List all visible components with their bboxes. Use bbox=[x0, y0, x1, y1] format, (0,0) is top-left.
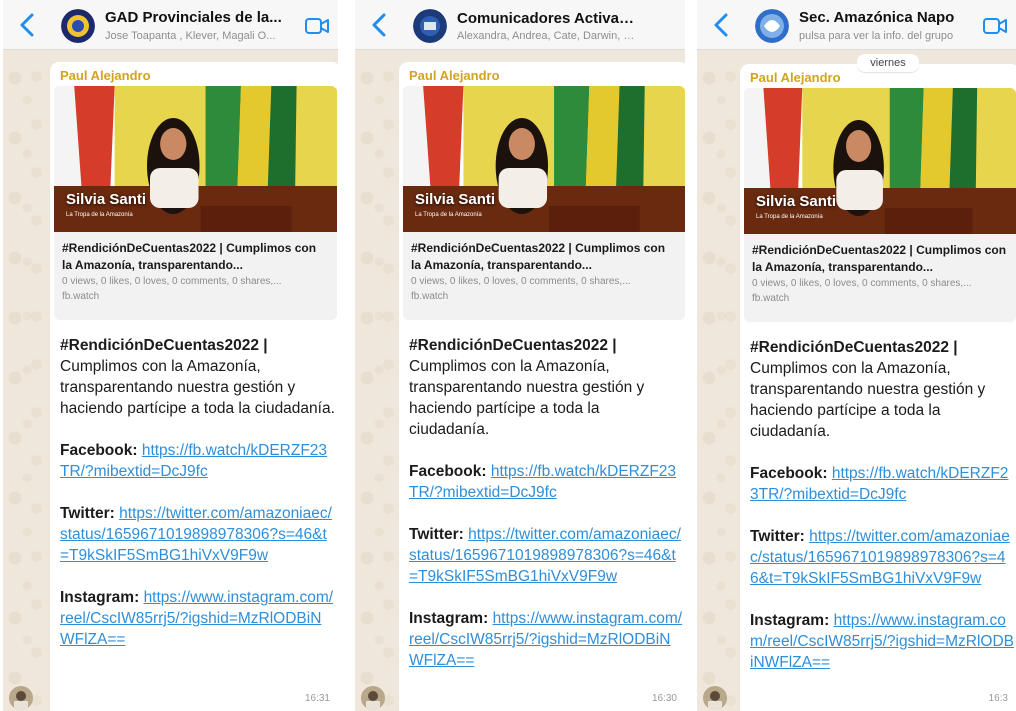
group-avatar[interactable] bbox=[413, 9, 447, 43]
link-preview-thumbnail[interactable]: Silvia Santi La Tropa de la Amazonía bbox=[54, 86, 337, 232]
link-preview-thumbnail[interactable]: Silvia Santi La Tropa de la Amazonía bbox=[403, 86, 685, 232]
thumbnail-caption: Silvia Santi bbox=[415, 191, 496, 208]
chat-title[interactable]: GAD Provinciales de la... bbox=[105, 9, 294, 26]
back-chevron-icon[interactable] bbox=[369, 12, 391, 38]
chat-panel-sec-amazonica: Sec. Amazónica Napo pulsa para ver la in… bbox=[697, 0, 1016, 711]
instagram-line: Instagram: https://www.instagram.com/ree… bbox=[750, 610, 1014, 673]
sender-avatar[interactable] bbox=[703, 686, 727, 710]
twitter-label: Twitter: bbox=[60, 505, 115, 522]
chat-panel-comunicadores: Comunicadores Activados 👍... Alexandra, … bbox=[355, 0, 685, 711]
link-preview-title: #RendiciónDeCuentas2022 | Cumplimos con … bbox=[752, 243, 1007, 274]
twitter-label: Twitter: bbox=[409, 526, 464, 543]
facebook-label: Facebook: bbox=[60, 442, 138, 459]
twitter-line: Twitter: https://twitter.com/amazoniaec/… bbox=[750, 526, 1014, 589]
twitter-line: Twitter: https://twitter.com/amazoniaec/… bbox=[409, 524, 683, 587]
message-body: Cumplimos con la Amazonía, transparentan… bbox=[750, 360, 986, 440]
link-preview[interactable]: #RendiciónDeCuentas2022 | Cumplimos con … bbox=[54, 232, 337, 320]
message-body: Cumplimos con la Amazonía, transparentan… bbox=[60, 358, 335, 417]
facebook-line: Facebook: https://fb.watch/kDERZF23TR/?m… bbox=[60, 440, 335, 482]
sender-name: Paul Alejandro bbox=[750, 70, 841, 85]
message-heading: #RendiciónDeCuentas2022 | bbox=[60, 337, 268, 354]
group-avatar[interactable] bbox=[61, 9, 95, 43]
instagram-label: Instagram: bbox=[60, 589, 140, 606]
group-avatar[interactable] bbox=[755, 9, 789, 43]
instagram-label: Instagram: bbox=[409, 610, 489, 627]
sender-name: Paul Alejandro bbox=[409, 68, 500, 83]
message-time: 16:3 bbox=[988, 693, 1008, 704]
sender-avatar[interactable] bbox=[361, 686, 385, 710]
message-heading: #RendiciónDeCuentas2022 | bbox=[409, 337, 617, 354]
message-text: #RendiciónDeCuentas2022 | Cumplimos con … bbox=[60, 335, 335, 650]
message-time: 16:31 bbox=[304, 693, 330, 704]
twitter-line: Twitter: https://twitter.com/amazoniaec/… bbox=[60, 503, 335, 566]
video-call-icon[interactable] bbox=[982, 16, 1008, 36]
instagram-line: Instagram: https://www.instagram.com/ree… bbox=[60, 587, 335, 650]
chat-header: GAD Provinciales de la... Jose Toapanta … bbox=[3, 0, 338, 50]
link-preview[interactable]: #RendiciónDeCuentas2022 | Cumplimos con … bbox=[744, 234, 1016, 322]
back-chevron-icon[interactable] bbox=[711, 12, 733, 38]
message-bubble[interactable]: Paul Alejandro Silvia Santi La Tropa de … bbox=[50, 62, 338, 711]
link-preview-description: 0 views, 0 likes, 0 loves, 0 comments, 0… bbox=[752, 278, 972, 289]
back-chevron-icon[interactable] bbox=[17, 12, 39, 38]
thumbnail-subcaption: La Tropa de la Amazonía bbox=[756, 214, 823, 220]
chat-subtitle[interactable]: pulsa para ver la info. del grupo bbox=[799, 30, 972, 42]
date-chip: viernes bbox=[857, 54, 919, 72]
message-bubble[interactable]: Paul Alejandro Silvia Santi La Tropa de … bbox=[740, 64, 1016, 711]
thumbnail-caption: Silvia Santi bbox=[66, 191, 147, 208]
link-preview[interactable]: #RendiciónDeCuentas2022 | Cumplimos con … bbox=[403, 232, 685, 320]
message-bubble[interactable]: Paul Alejandro Silvia Santi La Tropa de … bbox=[399, 62, 685, 711]
thumbnail-subcaption: La Tropa de la Amazonía bbox=[66, 212, 133, 218]
message-body: Cumplimos con la Amazonía, transparentan… bbox=[409, 358, 645, 438]
chat-subtitle[interactable]: Alexandra, Andrea, Cate, Darwin, David,.… bbox=[457, 30, 641, 42]
link-preview-thumbnail[interactable]: Silvia Santi La Tropa de la Amazonía bbox=[744, 88, 1016, 234]
link-preview-description: 0 views, 0 likes, 0 loves, 0 comments, 0… bbox=[411, 276, 631, 287]
facebook-line: Facebook: https://fb.watch/kDERZF23TR/?m… bbox=[409, 461, 683, 503]
link-preview-domain: fb.watch bbox=[62, 291, 100, 302]
message-text: #RendiciónDeCuentas2022 | Cumplimos con … bbox=[409, 335, 683, 671]
instagram-line: Instagram: https://www.instagram.com/ree… bbox=[409, 608, 683, 671]
chat-header: Comunicadores Activados 👍... Alexandra, … bbox=[355, 0, 685, 50]
thumbnail-caption: Silvia Santi bbox=[756, 193, 837, 210]
message-heading: #RendiciónDeCuentas2022 | bbox=[750, 339, 958, 356]
facebook-line: Facebook: https://fb.watch/kDERZF23TR/?m… bbox=[750, 463, 1014, 505]
message-text: #RendiciónDeCuentas2022 | Cumplimos con … bbox=[750, 337, 1014, 673]
chat-subtitle[interactable]: Jose Toapanta , Klever, Magali O... bbox=[105, 30, 294, 42]
chat-title[interactable]: Comunicadores Activados 👍... bbox=[457, 9, 641, 27]
link-preview-description: 0 views, 0 likes, 0 loves, 0 comments, 0… bbox=[62, 276, 282, 287]
chat-title[interactable]: Sec. Amazónica Napo bbox=[799, 9, 972, 26]
twitter-label: Twitter: bbox=[750, 528, 805, 545]
link-preview-domain: fb.watch bbox=[752, 293, 790, 304]
facebook-label: Facebook: bbox=[750, 465, 828, 482]
message-time: 16:30 bbox=[651, 693, 677, 704]
facebook-label: Facebook: bbox=[409, 463, 487, 480]
sender-name: Paul Alejandro bbox=[60, 68, 151, 83]
chat-panel-gad: GAD Provinciales de la... Jose Toapanta … bbox=[3, 0, 338, 711]
link-preview-title: #RendiciónDeCuentas2022 | Cumplimos con … bbox=[62, 241, 317, 272]
sender-avatar[interactable] bbox=[9, 686, 33, 710]
link-preview-title: #RendiciónDeCuentas2022 | Cumplimos con … bbox=[411, 241, 666, 272]
video-call-icon[interactable] bbox=[304, 16, 330, 36]
chat-header: Sec. Amazónica Napo pulsa para ver la in… bbox=[697, 0, 1016, 50]
thumbnail-subcaption: La Tropa de la Amazonía bbox=[415, 212, 482, 218]
link-preview-domain: fb.watch bbox=[411, 291, 449, 302]
instagram-label: Instagram: bbox=[750, 612, 830, 629]
